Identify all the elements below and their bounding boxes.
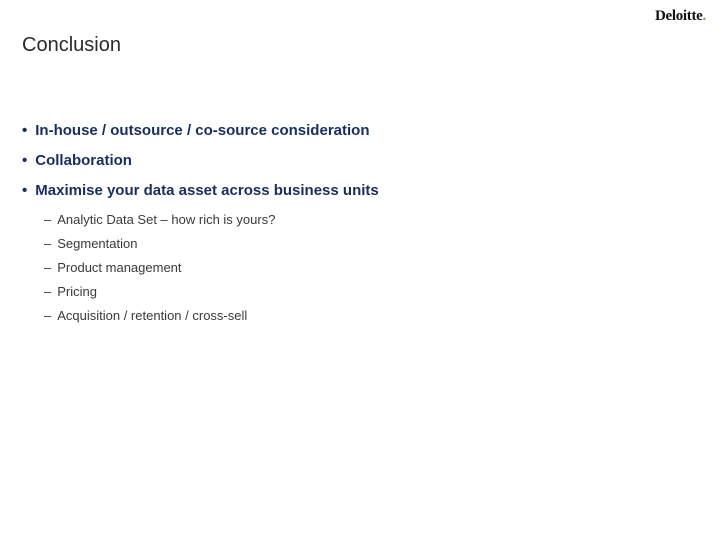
dash-marker-icon: – [44, 308, 51, 323]
dash-marker-icon: – [44, 260, 51, 275]
sub-bullet-item: – Segmentation [44, 236, 698, 251]
bullet-text: In-house / outsource / co-source conside… [35, 122, 369, 139]
sub-bullet-text: Analytic Data Set – how rich is yours? [57, 212, 275, 227]
sub-bullet-text: Acquisition / retention / cross-sell [57, 308, 247, 323]
dash-marker-icon: – [44, 212, 51, 227]
dash-marker-icon: – [44, 284, 51, 299]
bullet-item: • Collaboration [22, 152, 698, 169]
sub-bullet-text: Product management [57, 260, 181, 275]
bullet-text: Collaboration [35, 152, 132, 169]
bullet-item: • Maximise your data asset across busine… [22, 182, 698, 199]
bullet-marker-icon: • [22, 153, 27, 168]
sub-bullet-list: – Analytic Data Set – how rich is yours?… [22, 212, 698, 323]
bullet-marker-icon: • [22, 123, 27, 138]
bullet-marker-icon: • [22, 183, 27, 198]
sub-bullet-item: – Acquisition / retention / cross-sell [44, 308, 698, 323]
sub-bullet-item: – Analytic Data Set – how rich is yours? [44, 212, 698, 227]
sub-bullet-text: Segmentation [57, 236, 137, 251]
dash-marker-icon: – [44, 236, 51, 251]
sub-bullet-item: – Product management [44, 260, 698, 275]
sub-bullet-item: – Pricing [44, 284, 698, 299]
sub-bullet-text: Pricing [57, 284, 97, 299]
bullet-text: Maximise your data asset across business… [35, 182, 378, 199]
slide-title: Conclusion [22, 34, 121, 57]
brand-logo-dot: . [703, 8, 706, 24]
slide-content: • In-house / outsource / co-source consi… [22, 122, 698, 332]
brand-logo-text: Deloitte [655, 8, 703, 24]
brand-logo: Deloitte. [655, 8, 706, 25]
bullet-item: • In-house / outsource / co-source consi… [22, 122, 698, 139]
